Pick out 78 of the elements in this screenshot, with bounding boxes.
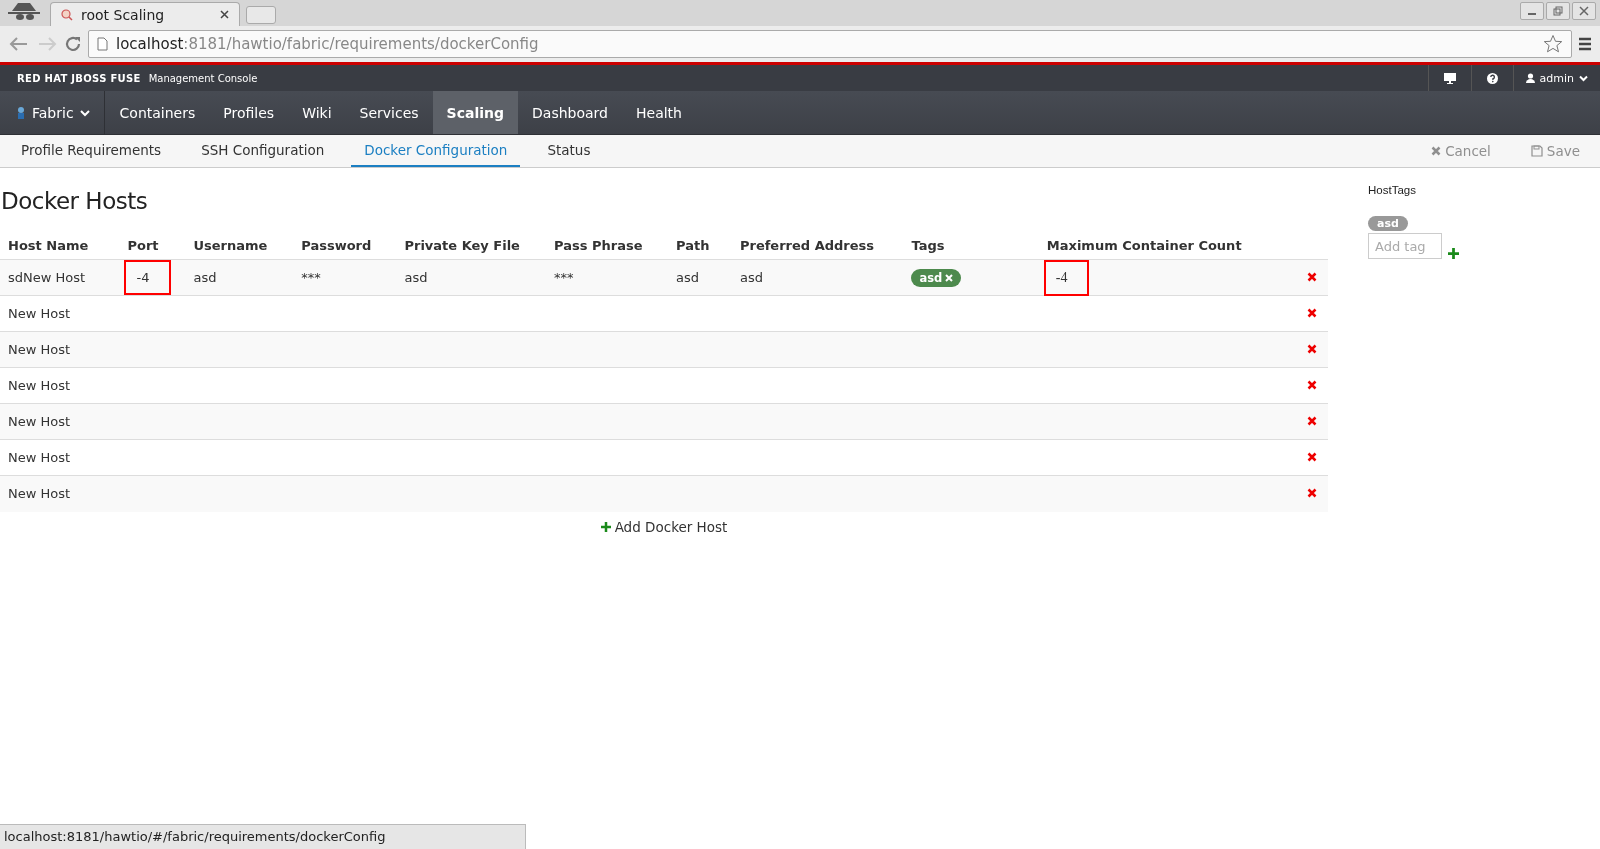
table-cell: -4 [1045,261,1088,294]
nav-tab[interactable]: Wiki [288,91,346,134]
close-icon [1579,6,1589,16]
nav-tab[interactable]: Containers [105,91,210,134]
column-header: Port [127,238,159,253]
table-cell: asd [676,270,700,285]
column-header: Private Key File [404,238,520,253]
help-icon [1486,72,1498,84]
delete-icon[interactable] [1306,452,1317,462]
table-cell: -4 [126,262,170,293]
delete-icon[interactable] [1306,344,1317,354]
restore-button[interactable] [1546,2,1570,20]
address-bar[interactable]: localhost:8181/hawtio/fabric/requirements/dockerConfig [88,30,1572,58]
sub-tab[interactable]: Status [534,135,604,167]
page-title: Docker Hosts [1,188,149,214]
menu-icon[interactable] [1578,37,1592,51]
nav-tab[interactable]: Fabric [0,91,105,134]
sub-tab[interactable]: Profile Requirements [8,135,175,167]
table-cell: asd [739,270,763,285]
delete-icon[interactable] [1306,272,1317,282]
back-icon[interactable] [8,36,30,52]
column-header: Pass Phrase [554,238,643,253]
column-header: Host Name [8,238,89,253]
delete-icon[interactable] [1306,416,1317,426]
table-cell: asd [193,270,217,285]
table-cell: sdNew Host [8,270,86,285]
add-docker-host-button[interactable]: Add Docker Host [600,518,728,535]
column-header: Tags [911,238,945,253]
monitor-icon [1443,72,1456,84]
add-tag-field[interactable]: Add tag [1368,233,1442,259]
delete-icon[interactable] [1306,308,1317,318]
add-icon[interactable] [1448,248,1459,259]
tag-chip[interactable]: asd [911,268,962,287]
column-header: Password [301,238,372,253]
plus-icon [600,521,611,532]
minimize-icon [1528,13,1536,15]
nav-tab[interactable]: Scaling [432,91,518,134]
table-cell: New Host [8,450,71,465]
x-icon [1431,146,1442,156]
delete-icon[interactable] [1306,488,1317,499]
table-cell: New Host [8,414,71,429]
figure-icon [16,105,26,120]
sub-tab[interactable]: Docker Configuration [351,135,521,167]
host-tags-label: HostTags [1368,184,1417,196]
restore-icon [1553,6,1563,16]
page-icon [97,37,108,51]
reload-icon[interactable] [64,35,82,53]
brand-logo: RED HAT JBOSS FUSE [17,72,141,84]
tab-title: root Scaling [81,6,166,23]
table-cell: New Host [8,378,71,393]
delete-icon[interactable] [1306,380,1317,390]
table-cell: New Host [8,486,71,502]
column-header: Maximum Container Count [1046,238,1242,253]
status-bar: localhost:8181/hawtio/#/fabric/requirements/dockerConfig [0,824,527,849]
column-header: Path [676,238,710,253]
x-icon [945,273,954,282]
star-icon[interactable] [1543,34,1563,54]
table-cell: New Host [8,342,71,357]
app-subtitle: Management Console [148,72,258,84]
table-cell: New Host [8,306,71,321]
sub-tab[interactable]: SSH Configuration [188,135,338,167]
nav-tab[interactable]: Profiles [209,91,289,134]
column-header: Preferred Address [739,238,874,253]
magnifier-icon [61,8,73,21]
minimize-button[interactable] [1520,2,1544,20]
user-icon [1525,73,1535,83]
chevron-icon [79,108,90,117]
table-cell: asd [404,270,428,285]
nav-tab[interactable]: Services [345,91,433,134]
browser-tab[interactable]: root Scaling [50,2,240,26]
close-window-button[interactable] [1572,2,1596,20]
chevron-icon [1579,74,1588,82]
nav-tab[interactable]: Dashboard [518,91,622,134]
column-header: Username [193,238,268,253]
table-cell: *** [301,270,321,285]
table-cell: *** [554,270,574,285]
close-icon[interactable] [220,10,229,19]
nav-tab[interactable]: Health [622,91,696,134]
